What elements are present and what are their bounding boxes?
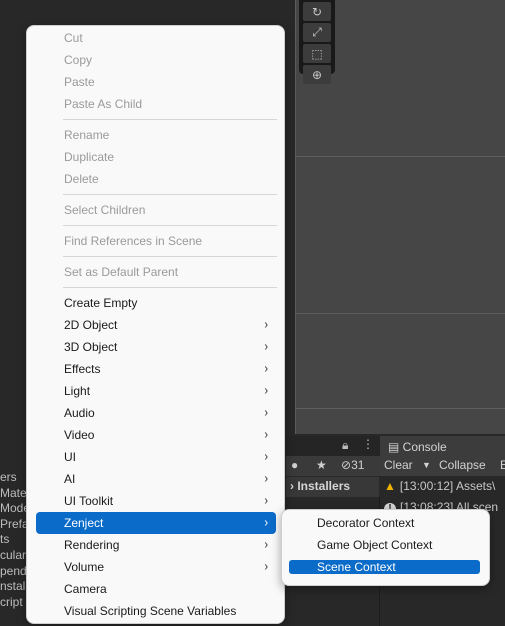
menu-item-visual-scripting-scene-variables[interactable]: Visual Scripting Scene Variables [36,600,276,622]
menu-item-set-as-default-parent[interactable]: Set as Default Parent [36,261,276,283]
menu-item-label: UI [64,450,76,464]
menu-item-label: 3D Object [64,340,118,354]
menu-item-label: Rename [64,128,110,142]
menu-item-label: UI Toolkit [64,494,114,508]
submenu-item-scene-context[interactable]: Scene Context [289,560,480,574]
menu-separator [63,119,277,120]
menu-item-label: Audio [64,406,95,420]
menu-item-label: Duplicate [64,150,115,164]
menu-item-paste[interactable]: Paste [36,71,276,93]
menu-separator [63,287,277,288]
breadcrumb-folder: Installers [297,479,351,493]
menu-item-label: Video [64,428,95,442]
menu-item-select-children[interactable]: Select Children [36,199,276,221]
menu-item-delete[interactable]: Delete [36,168,276,190]
warning-icon: ▲ [384,479,396,493]
console-icon: ▤ [388,440,403,454]
hidden-packages-icon[interactable]: ⊘31 [341,458,364,472]
clear-on-play-button[interactable]: E [500,458,505,472]
menu-item-effects[interactable]: Effects › [36,358,276,380]
menu-item-camera[interactable]: Camera [36,578,276,600]
transform-tool-icon[interactable]: ⊕ [303,65,331,84]
menu-item-label: Delete [64,172,99,186]
menu-item-rendering[interactable]: Rendering › [36,534,276,556]
hidden-count: 31 [351,458,365,472]
menu-item-label: 2D Object [64,318,118,332]
menu-item-label: Zenject [64,516,104,530]
menu-item-3d-object[interactable]: 3D Object › [36,336,276,358]
menu-separator [63,194,277,195]
menu-item-label: Light [64,384,91,398]
menu-item-label: Create Empty [64,296,138,310]
collapse-button[interactable]: Collapse [439,458,486,472]
scene-grid-line [295,156,505,157]
menu-item-ui-toolkit[interactable]: UI Toolkit › [36,490,276,512]
menu-item-copy[interactable]: Copy [36,49,276,71]
menu-separator [63,225,277,226]
menu-item-label: Cut [64,31,83,45]
console-log-entry[interactable]: ▲ [13:00:12] Assets\ [384,479,505,500]
menu-item-duplicate[interactable]: Duplicate [36,146,276,168]
scene-grid-line [295,408,505,409]
menu-item-label: Paste As Child [64,97,143,111]
menu-item-paste-as-child[interactable]: Paste As Child [36,93,276,115]
menu-item-label: Paste [64,75,95,89]
console-log-text: [13:00:12] Assets\ [399,479,496,493]
rect-tool-icon[interactable]: ⬚ [303,44,331,63]
menu-item-zenject[interactable]: Zenject › [36,512,276,534]
menu-item-volume[interactable]: Volume › [36,556,276,578]
clear-dropdown-icon[interactable]: ▼ [422,460,431,470]
menu-item-ai[interactable]: AI › [36,468,276,490]
menu-item-audio[interactable]: Audio › [36,402,276,424]
menu-item-rename[interactable]: Rename [36,124,276,146]
console-tab-label: Console [402,440,447,454]
breadcrumb[interactable]: › Installers [286,477,379,497]
hierarchy-context-menu: Cut Copy Paste Paste As Child Rename Duplicat… [26,25,285,624]
menu-item-label: Find References in Scene [64,234,203,248]
submenu-item-decorator-context[interactable]: Decorator Context [289,516,480,530]
menu-item-label: Copy [64,53,93,67]
zenject-submenu: Decorator Context Game Object Context Scen… [281,509,490,586]
menu-separator [63,256,277,257]
rotate-tool-icon[interactable]: ↻ [303,2,331,21]
menu-item-label: Effects [64,362,101,376]
kebab-menu-icon[interactable]: ⋮ [362,437,374,451]
menu-item-2d-object[interactable]: 2D Object › [36,314,276,336]
menu-item-label: Camera [64,582,107,596]
clear-button[interactable]: Clear [384,458,413,472]
console-toolbar: Clear ▼ Collapse E [380,456,505,476]
menu-item-label: Visual Scripting Scene Variables [64,604,237,618]
menu-item-create-empty[interactable]: Create Empty [36,292,276,314]
menu-item-cut[interactable]: Cut [36,27,276,49]
menu-item-video[interactable]: Video › [36,424,276,446]
menu-item-find-references-in-scene[interactable]: Find References in Scene [36,230,276,252]
menu-item-light[interactable]: Light › [36,380,276,402]
menu-item-label: AI [64,472,76,486]
scale-tool-icon[interactable]: ⤢ [303,23,331,42]
menu-item-label: Set as Default Parent [64,265,179,279]
menu-item-label: Rendering [64,538,120,552]
submenu-item-game-object-context[interactable]: Game Object Context [289,538,480,552]
favorite-star-icon[interactable]: ★ [316,458,327,472]
menu-item-ui[interactable]: UI › [36,446,276,468]
filter-by-type-icon[interactable]: ● [291,458,298,472]
lock-icon[interactable]: 🔒︎ [342,438,348,453]
menu-item-label: Select Children [64,203,146,217]
tab-console[interactable]: ▤ Console [380,436,505,456]
scene-tool-strip: ↻ ⤢ ⬚ ⊕ [299,0,335,84]
chevron-right-icon: › [264,559,268,575]
menu-item-label: Volume [64,560,105,574]
